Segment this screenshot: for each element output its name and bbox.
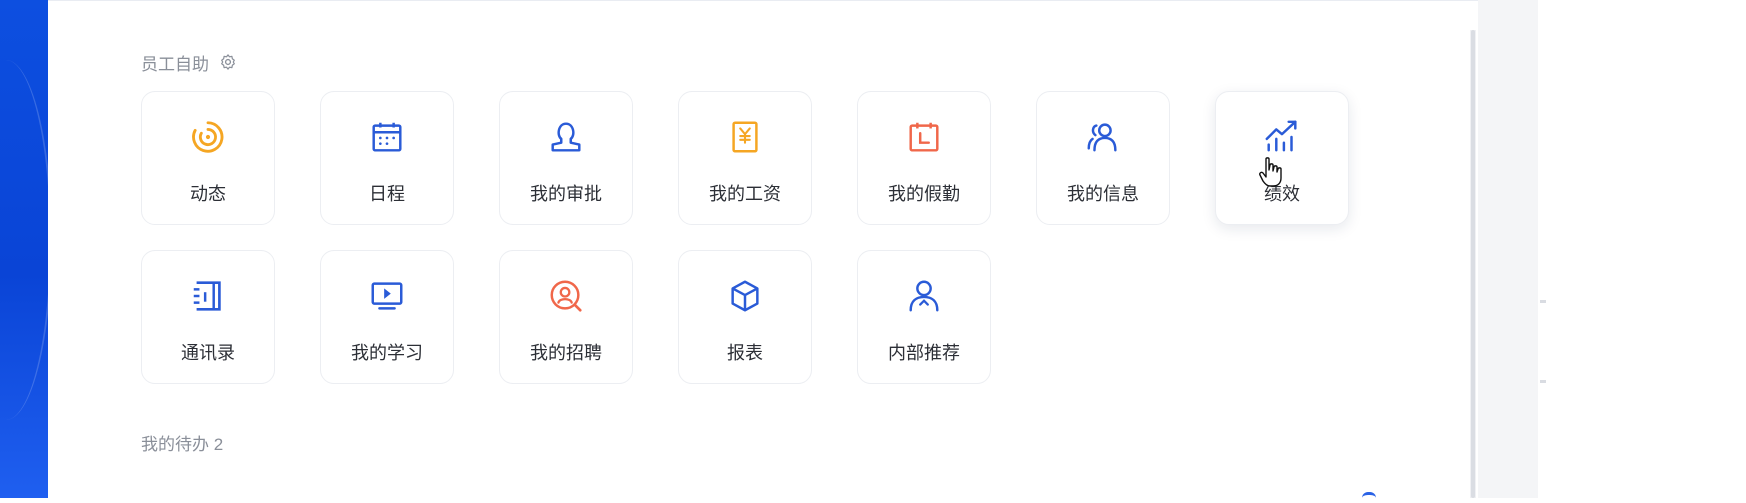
performance-icon bbox=[1265, 120, 1297, 152]
right-panel bbox=[1478, 0, 1538, 498]
tile-contacts[interactable]: 通讯录 bbox=[141, 250, 275, 384]
tile-report[interactable]: 报表 bbox=[678, 250, 812, 384]
left-sidebar-strip bbox=[0, 0, 48, 498]
section-title-text: 员工自助 bbox=[141, 54, 209, 74]
calendar-icon bbox=[372, 122, 402, 152]
tile-label: 日程 bbox=[369, 184, 405, 204]
tile-label: 报表 bbox=[727, 343, 763, 363]
referral-icon bbox=[909, 280, 939, 312]
tile-profile[interactable]: 我的信息 bbox=[1036, 91, 1170, 225]
tile-calendar[interactable]: 日程 bbox=[320, 91, 454, 225]
approval-icon bbox=[551, 122, 581, 152]
tile-salary[interactable]: 我的工资 bbox=[678, 91, 812, 225]
tile-label: 我的信息 bbox=[1067, 184, 1139, 204]
activity-icon bbox=[192, 121, 224, 153]
learning-icon bbox=[371, 282, 403, 310]
tile-referral[interactable]: 内部推荐 bbox=[857, 250, 991, 384]
far-right-area bbox=[1538, 0, 1746, 498]
recruitment-icon bbox=[550, 280, 582, 312]
report-icon bbox=[731, 280, 759, 312]
contacts-icon bbox=[193, 281, 221, 311]
tile-label: 我的审批 bbox=[530, 184, 602, 204]
tile-approval[interactable]: 我的审批 bbox=[499, 91, 633, 225]
tile-label: 内部推荐 bbox=[888, 343, 960, 363]
scrollbar-thumb[interactable] bbox=[1471, 30, 1475, 498]
todo-section-title: 我的待办 2 bbox=[141, 435, 224, 454]
tile-label: 我的假勤 bbox=[888, 184, 960, 204]
tile-label: 通讯录 bbox=[181, 343, 235, 363]
section-title: 员工自助 bbox=[141, 52, 237, 74]
edge-mark bbox=[1540, 300, 1546, 303]
tile-label: 动态 bbox=[190, 184, 226, 204]
tile-leave[interactable]: 我的假勤 bbox=[857, 91, 991, 225]
tile-label: 我的工资 bbox=[709, 184, 781, 204]
tile-activity[interactable]: 动态 bbox=[141, 91, 275, 225]
edge-mark bbox=[1540, 380, 1546, 383]
tile-label: 我的招聘 bbox=[530, 343, 602, 363]
leave-icon bbox=[909, 122, 939, 152]
hand-cursor-icon bbox=[1259, 157, 1282, 187]
profile-icon bbox=[1087, 123, 1117, 152]
tile-learning[interactable]: 我的学习 bbox=[320, 250, 454, 384]
tile-label: 我的学习 bbox=[351, 343, 423, 363]
tile-recruitment[interactable]: 我的招聘 bbox=[499, 250, 633, 384]
salary-icon bbox=[732, 121, 758, 153]
settings-gear-icon[interactable] bbox=[219, 53, 237, 71]
